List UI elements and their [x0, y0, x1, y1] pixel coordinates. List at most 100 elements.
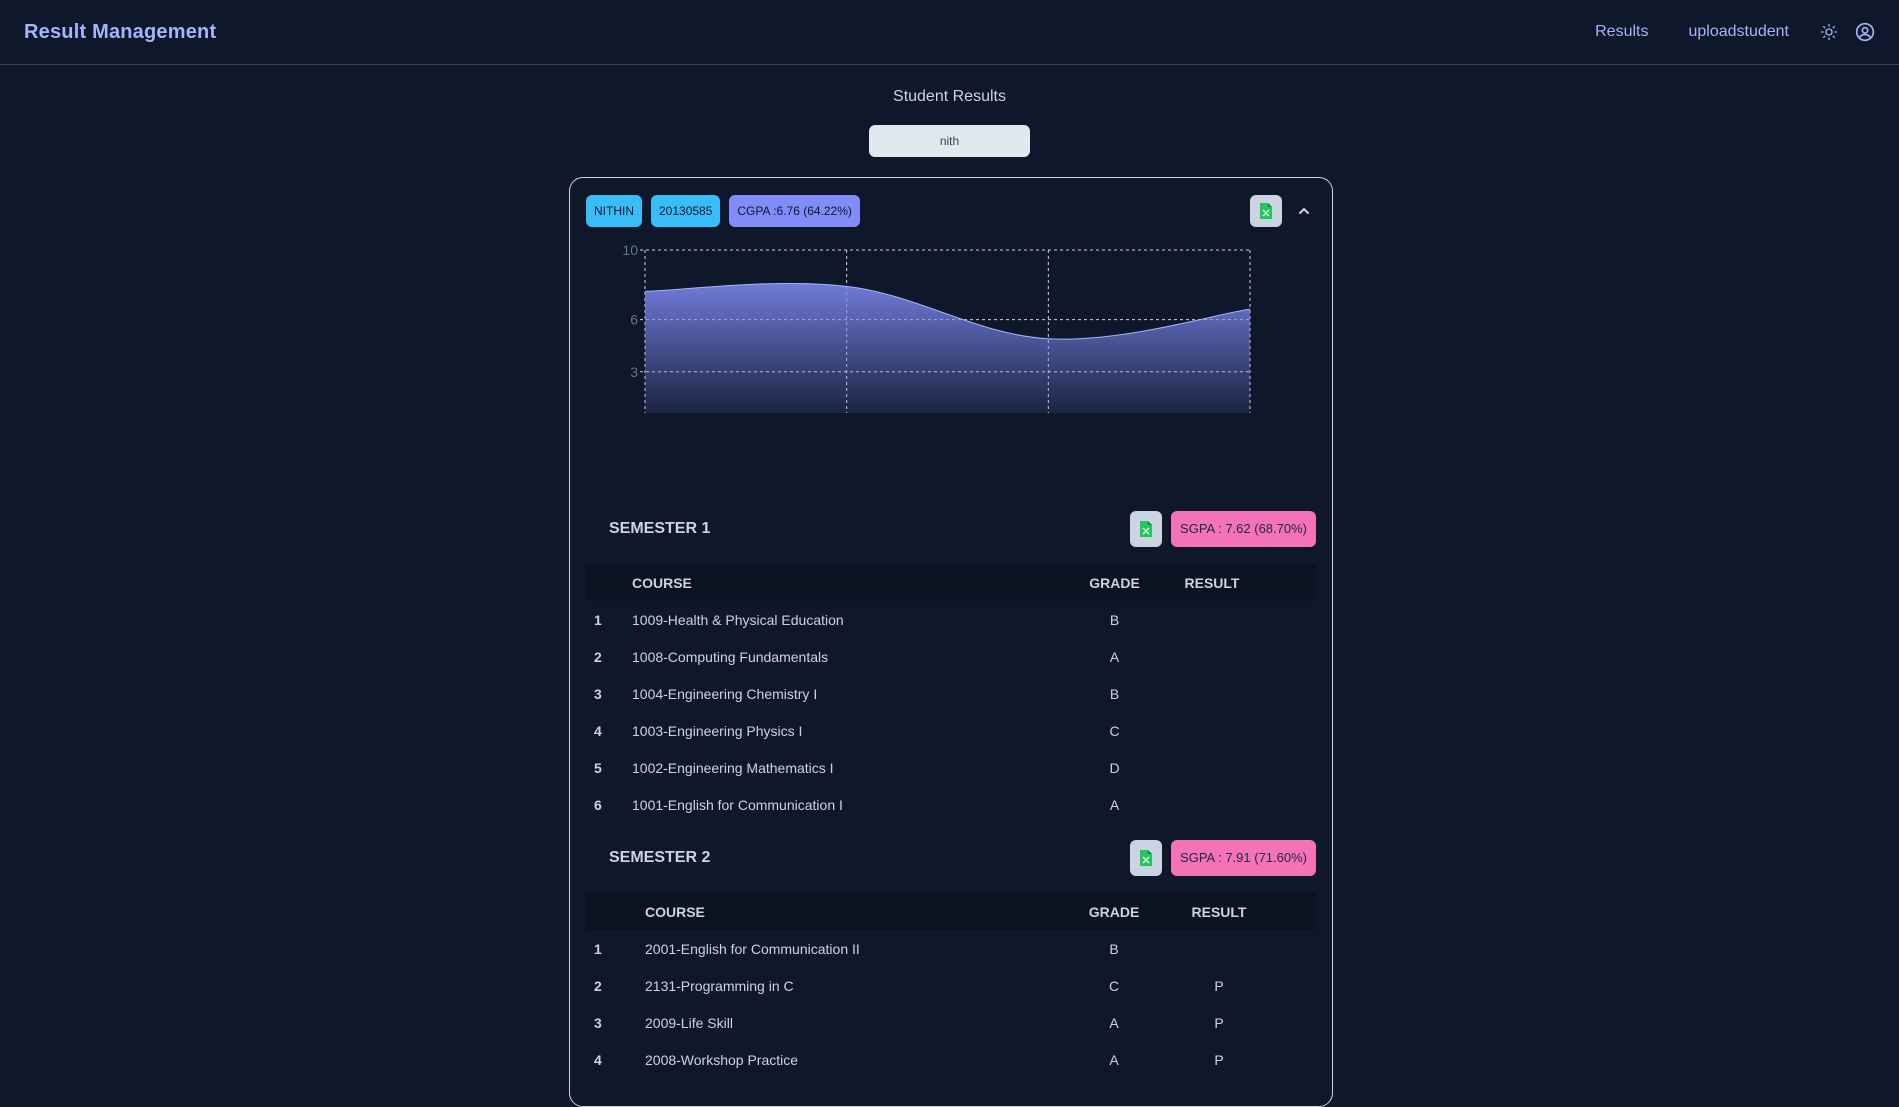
result-cell	[1169, 930, 1269, 967]
row-index: 5	[594, 759, 602, 776]
table-row: 6 1001-English for Communication I A	[586, 786, 1316, 823]
grade-cell: A	[1109, 1051, 1119, 1068]
collapse-chevron-up-icon[interactable]	[1292, 199, 1316, 223]
table-row: 4 1003-Engineering Physics I C	[586, 712, 1316, 749]
export-excel-button[interactable]	[1250, 195, 1282, 227]
row-index: 4	[594, 1051, 602, 1068]
search-input[interactable]	[869, 125, 1030, 157]
course-cell: 1002-Engineering Mathematics I	[632, 759, 834, 776]
page-title: Student Results	[893, 88, 1006, 105]
course-cell: 1004-Engineering Chemistry I	[632, 685, 818, 702]
course-cell: 2008-Workshop Practice	[645, 1051, 799, 1068]
table-row: 1 1009-Health & Physical Education B	[586, 601, 1316, 638]
row-index: 3	[594, 1014, 602, 1031]
semester-1-table: COURSE GRADE RESULT 1 1009-Health & Physi…	[586, 564, 1316, 823]
grade-cell: B	[1109, 685, 1120, 702]
table-row: 1 2001-English for Communication II B	[586, 930, 1316, 967]
course-cell: 2009-Life Skill	[645, 1014, 733, 1031]
course-cell: 1008-Computing Fundamentals	[632, 648, 829, 665]
grade-cell: B	[1109, 611, 1120, 628]
semester-header: SEMESTER 1 SGPA : 7.62 (68.70%)	[586, 511, 1316, 547]
sgpa-badge: SGPA : 7.62 (68.70%)	[1171, 511, 1316, 547]
grade-cell: A	[1109, 1014, 1119, 1031]
grade-cell: A	[1109, 648, 1120, 665]
spacer-cell	[1269, 1041, 1316, 1078]
table-row: 3 2009-Life Skill A P	[586, 1004, 1316, 1041]
row-index: 1	[594, 611, 602, 628]
result-cell: P	[1214, 977, 1224, 994]
export-semester-1-excel-button[interactable]	[1130, 511, 1163, 547]
spacer-header	[1269, 893, 1316, 930]
student-name-badge: NITHIN	[586, 195, 642, 227]
app-title[interactable]: Result Management	[24, 21, 216, 44]
grade-cell: B	[1109, 940, 1119, 957]
result-cell: P	[1214, 1051, 1224, 1068]
grade-cell: C	[1108, 977, 1120, 994]
grade-header: GRADE	[1088, 903, 1140, 920]
excel-icon	[1260, 203, 1272, 219]
student-id-badge: 20130585	[651, 195, 721, 227]
card-header: NITHIN 20130585 CGPA :6.76 (64.22%)	[586, 195, 1316, 227]
result-cell	[1162, 749, 1262, 786]
y-tick-label: 3	[630, 364, 638, 380]
grade-header: GRADE	[1089, 574, 1140, 591]
row-index: 2	[594, 648, 602, 665]
y-tick-label: 6	[630, 312, 638, 328]
grade-cell: A	[1109, 796, 1120, 813]
result-cell	[1162, 675, 1262, 712]
sgpa-area	[645, 283, 1250, 413]
table-row: 5 1002-Engineering Mathematics I D	[586, 749, 1316, 786]
semester-title: SEMESTER 2	[609, 849, 711, 866]
index-header	[586, 893, 632, 930]
sgpa-area-chart: 03610sem:1sem:2sem:3sem:4	[622, 243, 1251, 413]
semester-1-block: SEMESTER 1 SGPA : 7.62 (68.70%) COURSE G…	[586, 511, 1316, 823]
spacer-header	[1262, 564, 1316, 601]
spacer-cell	[1262, 638, 1316, 675]
table-header-row: COURSE GRADE RESULT	[586, 893, 1316, 930]
semester-2-block: SEMESTER 2 SGPA : 7.91 (71.60%) COURSE G…	[586, 840, 1316, 1078]
navbar: Result Management Results uploadstudent	[0, 0, 1899, 65]
nav-link-results[interactable]: Results	[1595, 23, 1648, 41]
table-row: 2 1008-Computing Fundamentals A	[586, 638, 1316, 675]
spacer-cell	[1262, 675, 1316, 712]
semester-actions: SGPA : 7.62 (68.70%)	[1130, 511, 1316, 547]
table-row: 3 1004-Engineering Chemistry I B	[586, 675, 1316, 712]
search-wrap	[0, 125, 1899, 157]
index-header	[586, 564, 632, 601]
y-tick-label: 10	[622, 243, 638, 258]
nav-link-uploadstudent[interactable]: uploadstudent	[1688, 23, 1789, 41]
grade-cell: C	[1109, 722, 1120, 739]
grade-cell: D	[1109, 759, 1120, 776]
result-cell	[1162, 786, 1262, 823]
row-index: 6	[594, 796, 602, 813]
sun-icon[interactable]	[1819, 22, 1839, 42]
cgpa-badge: CGPA :6.76 (64.22%)	[729, 195, 860, 227]
row-index: 1	[594, 940, 602, 957]
row-index: 3	[594, 685, 602, 702]
result-cell	[1162, 638, 1262, 675]
course-cell: 1003-Engineering Physics I	[632, 722, 803, 739]
spacer-cell	[1269, 967, 1316, 1004]
table-row: 4 2008-Workshop Practice A P	[586, 1041, 1316, 1078]
semester-2-table: COURSE GRADE RESULT 1 2001-English for Co…	[586, 893, 1316, 1078]
semester-title: SEMESTER 1	[609, 520, 711, 537]
spacer-cell	[1262, 749, 1316, 786]
header-actions	[1250, 195, 1316, 227]
spacer-cell	[1262, 712, 1316, 749]
sgpa-badge: SGPA : 7.91 (71.60%)	[1171, 840, 1316, 876]
excel-icon	[1140, 850, 1153, 866]
spacer-cell	[1269, 930, 1316, 967]
course-cell: 2001-English for Communication II	[645, 940, 860, 957]
row-index: 4	[594, 722, 602, 739]
result-header: RESULT	[1184, 574, 1240, 591]
student-result-card: NITHIN 20130585 CGPA :6.76 (64.22%) 3 6 …	[569, 177, 1333, 1107]
spacer-cell	[1262, 786, 1316, 823]
course-cell: 2131-Programming in C	[645, 977, 794, 994]
semester-header: SEMESTER 2 SGPA : 7.91 (71.60%)	[586, 840, 1316, 876]
course-cell: 1001-English for Communication I	[632, 796, 843, 813]
semester-actions: SGPA : 7.91 (71.60%)	[1130, 840, 1316, 876]
nav-right: Results uploadstudent	[1595, 22, 1875, 42]
user-account-icon[interactable]	[1855, 22, 1875, 42]
export-semester-2-excel-button[interactable]	[1130, 840, 1163, 876]
result-header: RESULT	[1191, 903, 1247, 920]
